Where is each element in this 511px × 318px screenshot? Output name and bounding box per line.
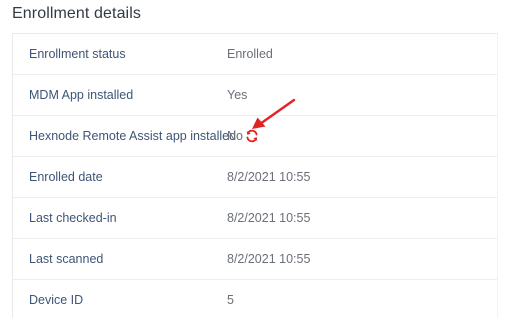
- enrolled-date-label: Enrolled date: [29, 170, 103, 184]
- enrollment-status-label: Enrollment status: [29, 47, 126, 61]
- row-enrollment-status: Enrollment status Enrolled: [13, 34, 497, 75]
- mdm-app-installed-value: Yes: [227, 88, 248, 102]
- last-checked-in-value: 8/2/2021 10:55: [227, 211, 311, 225]
- remote-assist-installed-label: Hexnode Remote Assist app installed: [29, 129, 237, 143]
- row-last-checked-in: Last checked-in 8/2/2021 10:55: [13, 198, 497, 239]
- remote-assist-installed-value: No: [227, 129, 243, 143]
- enrollment-status-value: Enrolled: [227, 47, 273, 61]
- enrolled-date-value: 8/2/2021 10:55: [227, 170, 311, 184]
- enrollment-details-table: Enrollment status Enrolled MDM App insta…: [12, 33, 498, 318]
- enrollment-details-panel: Enrollment details Enrollment status Enr…: [0, 0, 511, 318]
- last-checked-in-label: Last checked-in: [29, 211, 117, 225]
- last-scanned-value: 8/2/2021 10:55: [227, 252, 311, 266]
- row-enrolled-date: Enrolled date 8/2/2021 10:55: [13, 157, 497, 198]
- section-title: Enrollment details: [12, 5, 141, 22]
- last-scanned-label: Last scanned: [29, 252, 104, 266]
- row-device-id: Device ID 5: [13, 280, 497, 318]
- row-last-scanned: Last scanned 8/2/2021 10:55: [13, 239, 497, 280]
- device-id-value: 5: [227, 293, 234, 307]
- device-id-label: Device ID: [29, 293, 84, 307]
- red-arrow-icon: [252, 98, 296, 129]
- mdm-app-installed-label: MDM App installed: [29, 88, 134, 102]
